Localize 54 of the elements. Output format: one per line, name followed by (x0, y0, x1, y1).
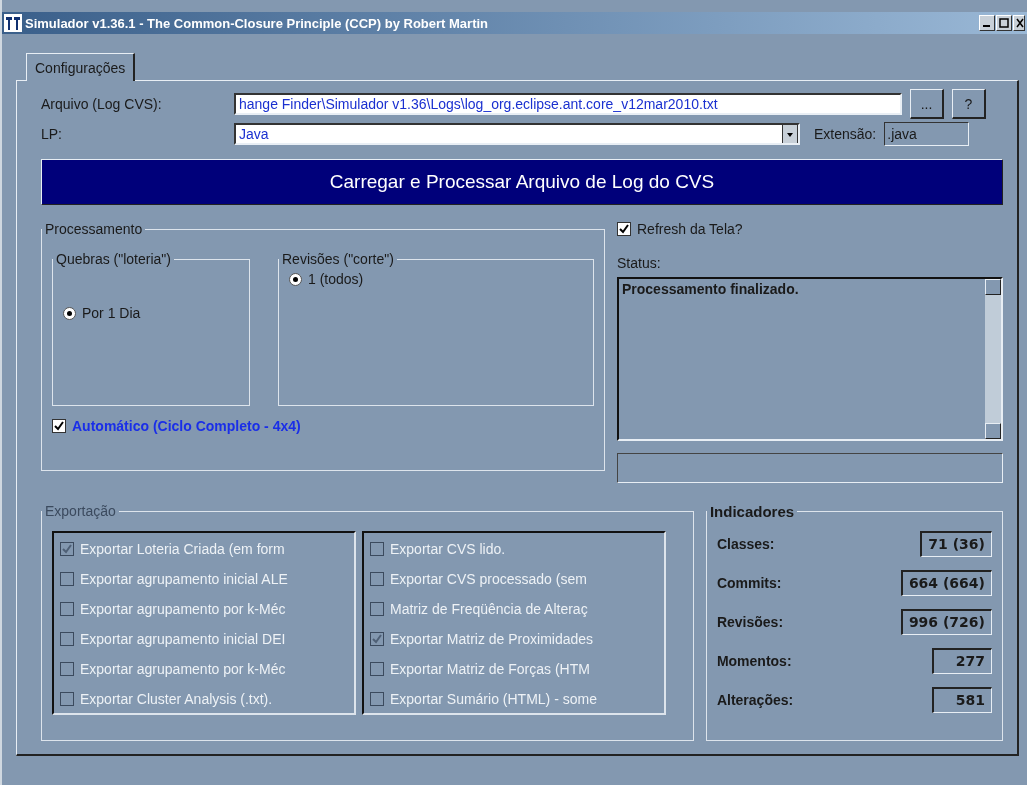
window-title: Simulador v1.36.1 - The Common-Closure Principle (CCP) by Robert Martin (25, 15, 490, 31)
checkbox-label: Exportar agrupamento inicial ALE (80, 571, 288, 587)
maximize-icon[interactable] (996, 15, 1012, 31)
indicator-value: 71 (36) (920, 530, 992, 557)
tab[interactable]: Configurações (26, 53, 136, 81)
checkbox-label: Refresh da Tela? (637, 221, 743, 237)
radio-button[interactable] (63, 306, 76, 320)
group-title: Quebras ("loteria") (55, 251, 172, 267)
browse-button[interactable]: ... (910, 89, 944, 119)
scrollbar[interactable] (985, 279, 1001, 439)
indicator-label: Commits: (716, 574, 782, 591)
indicator-label: Revisões: (716, 613, 784, 630)
load-button[interactable]: Carregar e Processar Arquivo de Log do CVS (41, 159, 1003, 205)
field-label: Extensão: (814, 126, 877, 142)
checkbox-label: Exportar Sumário (HTML) - some (390, 691, 597, 707)
field-label: Status: (617, 255, 662, 271)
indicator-value: 581 (932, 686, 992, 713)
checkbox-label: Exportar agrupamento inicial DEI (80, 631, 286, 647)
language-dropdown[interactable]: Java (234, 123, 800, 145)
app-logo-icon (4, 14, 22, 32)
checkbox-label: Exportar agrupamento por k-Méc (80, 601, 286, 617)
indicator-label: Classes: (716, 535, 775, 552)
minimize-icon[interactable] (979, 15, 995, 31)
indicator-value: 664 (664) (900, 569, 992, 596)
status-message: Processamento finalizado. (621, 280, 800, 299)
indicator-value: 277 (932, 647, 992, 674)
checkbox-label: Exportar Matriz de Proximidades (390, 631, 594, 647)
close-icon[interactable] (1013, 15, 1025, 31)
group-title: Exportação (44, 503, 117, 519)
checkbox-label: Exportar Matriz de Forças (HTM (390, 661, 590, 677)
radio-label: Por 1 Dia (82, 305, 141, 321)
field-label: LP: (41, 126, 63, 142)
indicator-value: 996 (726) (900, 608, 992, 635)
checkbox-label: Exportar Loteria Criada (em form (80, 541, 285, 557)
field-label: Arquivo (Log CVS): (41, 96, 163, 112)
help-button[interactable]: ? (952, 89, 986, 119)
checkbox-label: Exportar CVS lido. (390, 541, 506, 557)
checkbox-label: Exportar agrupamento por k-Méc (80, 661, 286, 677)
radio-label: 1 (todos) (308, 271, 364, 287)
checkbox-label: Matriz de Freqüência de Alteraç (390, 601, 588, 617)
checkbox[interactable] (52, 419, 66, 433)
group-title: Indicadores (708, 503, 796, 520)
group-title: Revisões ("corte") (281, 251, 395, 267)
radio-button[interactable] (289, 272, 302, 286)
checkbox[interactable] (617, 222, 631, 236)
checkbox-label: Exportar CVS processado (sem (390, 571, 587, 587)
group-title: Processamento (44, 221, 144, 237)
checkbox-label: Exportar Cluster Analysis (.txt). (80, 691, 273, 707)
indicator-label: Momentos: (716, 652, 792, 669)
indicator-label: Alterações: (716, 691, 794, 708)
checkbox-label: Automático (Ciclo Completo - 4x4) (72, 418, 301, 434)
status-text-area[interactable]: Processamento finalizado. (617, 277, 1003, 441)
file-path-field[interactable]: hange Finder\Simulador v1.36\Logs\log_org.eclipse.ant.core_v12mar2010.txt (234, 93, 902, 115)
extension-field: .java (884, 122, 970, 146)
